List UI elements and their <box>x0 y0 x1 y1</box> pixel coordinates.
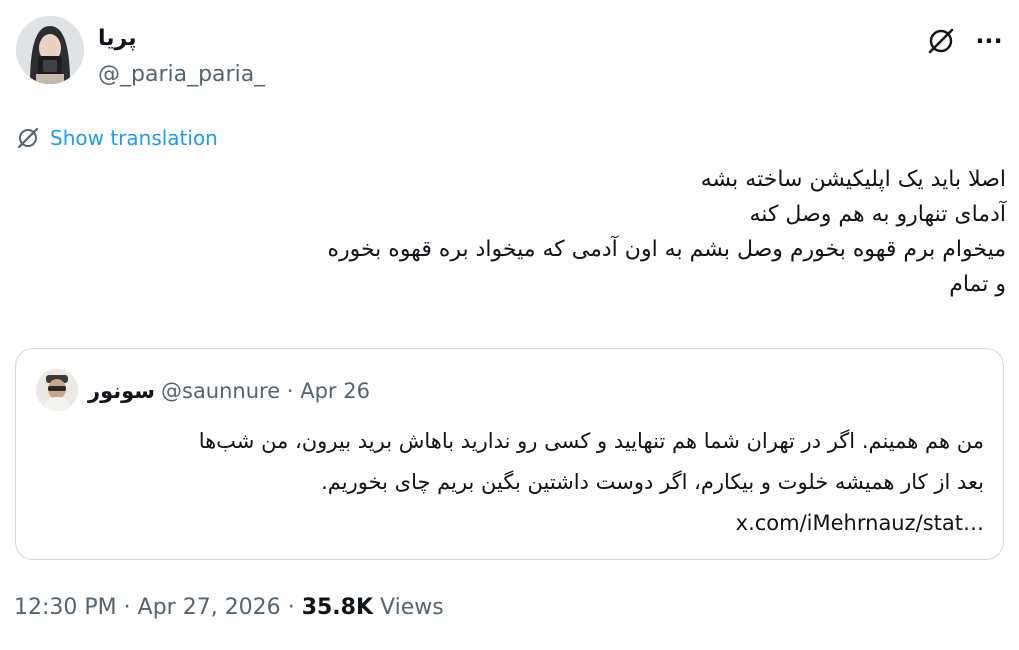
tweet-footer: 12:30 PM · Apr 27, 2026 · 35.8K Views <box>14 592 444 624</box>
quoted-meta: @saunnure · Apr 26 <box>161 376 370 406</box>
avatar[interactable] <box>16 16 84 84</box>
footer-separator: · <box>123 595 131 620</box>
quoted-author-name: سونور <box>88 379 155 403</box>
author-handle[interactable]: @_paria_paria_ <box>98 60 265 90</box>
quoted-avatar-photo <box>36 369 78 411</box>
quoted-author-handle: @saunnure <box>161 379 281 403</box>
footer-separator: · <box>287 595 295 620</box>
quoted-tweet-text: من هم همینم. اگر در تهران شما هم تنهایید… <box>198 429 984 535</box>
grok-icon[interactable] <box>924 24 958 58</box>
show-translation-label: Show translation <box>50 126 218 150</box>
author-name[interactable]: پریا <box>98 24 136 54</box>
views-label: Views <box>380 595 444 620</box>
quoted-meta-separator: · <box>286 379 294 403</box>
avatar-photo <box>16 16 84 84</box>
views-count: 35.8K <box>301 595 374 620</box>
tweet-time[interactable]: 12:30 PM <box>14 595 117 620</box>
quoted-tweet-card[interactable]: سونور @saunnure · Apr 26 من هم همینم. اگ… <box>15 348 1004 560</box>
translate-icon <box>17 127 39 149</box>
show-translation-link[interactable]: Show translation <box>16 122 218 154</box>
quoted-date: Apr 26 <box>300 379 370 403</box>
tweet-text: اصلا باید یک اپلیکیشن ساخته بشه آدمای تن… <box>327 167 1006 297</box>
quoted-avatar[interactable] <box>36 369 78 411</box>
tweet-date[interactable]: Apr 27, 2026 <box>138 595 281 620</box>
more-icon[interactable]: ··· <box>972 24 1006 58</box>
